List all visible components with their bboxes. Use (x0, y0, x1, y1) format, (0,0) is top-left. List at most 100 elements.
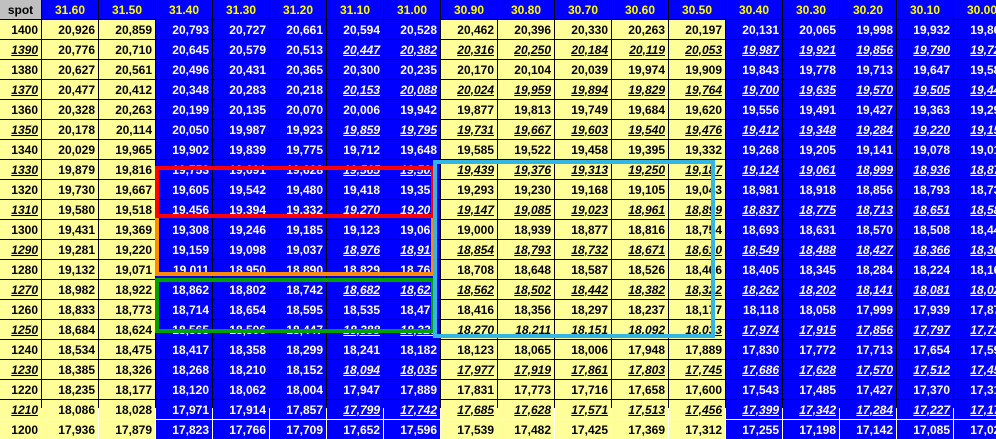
table-cell[interactable]: 19,648 (384, 140, 440, 159)
table-cell[interactable]: 17,915 (783, 320, 839, 339)
table-cell[interactable]: 17,685 (441, 400, 497, 419)
table-cell[interactable]: 20,382 (384, 40, 440, 59)
table-cell[interactable]: 18,856 (840, 180, 896, 199)
table-cell[interactable]: 19,440 (954, 80, 996, 99)
table-cell[interactable]: 18,833 (42, 300, 98, 319)
table-cell[interactable]: 20,710 (99, 40, 155, 59)
table-cell[interactable]: 19,542 (213, 180, 269, 199)
table-cell[interactable]: 19,667 (498, 120, 554, 139)
table-cell[interactable]: 19,313 (555, 160, 611, 179)
spot-cell[interactable]: 1200 (0, 420, 41, 439)
table-cell[interactable]: 17,856 (840, 320, 896, 339)
table-cell[interactable]: 18,610 (669, 240, 725, 259)
column-header-cell[interactable]: 31.30 (213, 0, 269, 19)
table-cell[interactable]: 19,667 (99, 180, 155, 199)
table-cell[interactable]: 18,754 (669, 220, 725, 239)
column-header-cell[interactable]: 30.90 (441, 0, 497, 19)
table-cell[interactable]: 19,518 (99, 200, 155, 219)
table-cell[interactable]: 20,513 (270, 40, 326, 59)
table-cell[interactable]: 17,570 (840, 360, 896, 379)
table-cell[interactable]: 18,922 (99, 280, 155, 299)
table-cell[interactable]: 18,345 (783, 260, 839, 279)
table-cell[interactable]: 17,889 (384, 380, 440, 399)
table-cell[interactable]: 17,742 (384, 400, 440, 419)
table-cell[interactable]: 20,316 (441, 40, 497, 59)
table-cell[interactable]: 19,147 (441, 200, 497, 219)
table-cell[interactable]: 19,412 (726, 120, 782, 139)
table-cell[interactable]: 19,603 (555, 120, 611, 139)
table-cell[interactable]: 17,936 (42, 420, 98, 439)
spot-cell[interactable]: 1400 (0, 20, 41, 39)
table-cell[interactable]: 18,508 (897, 220, 953, 239)
table-cell[interactable]: 19,866 (954, 20, 996, 39)
table-cell[interactable]: 17,797 (897, 320, 953, 339)
table-cell[interactable]: 17,766 (213, 420, 269, 439)
table-cell[interactable]: 17,948 (612, 340, 668, 359)
spot-cell[interactable]: 1230 (0, 360, 41, 379)
table-cell[interactable]: 17,628 (498, 400, 554, 419)
table-cell[interactable]: 18,936 (897, 160, 953, 179)
table-cell[interactable]: 20,131 (726, 20, 782, 39)
table-cell[interactable]: 20,024 (441, 80, 497, 99)
table-cell[interactable]: 18,388 (327, 320, 383, 339)
table-cell[interactable]: 18,526 (612, 260, 668, 279)
table-cell[interactable]: 19,187 (669, 160, 725, 179)
table-cell[interactable]: 19,230 (498, 180, 554, 199)
table-cell[interactable]: 18,356 (498, 300, 554, 319)
table-cell[interactable]: 19,753 (156, 160, 212, 179)
table-cell[interactable]: 18,120 (156, 380, 212, 399)
table-cell[interactable]: 18,802 (213, 280, 269, 299)
table-cell[interactable]: 20,178 (42, 120, 98, 139)
table-cell[interactable]: 19,284 (840, 120, 896, 139)
spot-cell[interactable]: 1350 (0, 120, 41, 139)
column-header-cell[interactable]: 30.60 (612, 0, 668, 19)
table-cell[interactable]: 18,210 (213, 360, 269, 379)
table-cell[interactable]: 18,442 (555, 280, 611, 299)
table-cell[interactable]: 19,098 (213, 240, 269, 259)
spot-cell[interactable]: 1280 (0, 260, 41, 279)
table-cell[interactable]: 19,185 (270, 220, 326, 239)
table-cell[interactable]: 19,062 (384, 220, 440, 239)
table-cell[interactable]: 18,624 (99, 320, 155, 339)
table-cell[interactable]: 17,857 (270, 400, 326, 419)
table-cell[interactable]: 20,447 (327, 40, 383, 59)
table-cell[interactable]: 20,300 (327, 60, 383, 79)
table-cell[interactable]: 18,535 (327, 300, 383, 319)
table-cell[interactable]: 18,447 (954, 220, 996, 239)
table-cell[interactable]: 19,829 (612, 80, 668, 99)
table-cell[interactable]: 19,879 (42, 160, 98, 179)
table-cell[interactable]: 17,485 (783, 380, 839, 399)
column-header-cell[interactable]: 31.20 (270, 0, 326, 19)
table-cell[interactable]: 19,813 (498, 100, 554, 119)
spot-cell[interactable]: 1270 (0, 280, 41, 299)
table-cell[interactable]: 19,700 (726, 80, 782, 99)
table-cell[interactable]: 18,654 (213, 300, 269, 319)
table-cell[interactable]: 19,157 (954, 120, 996, 139)
table-cell[interactable]: 20,135 (213, 100, 269, 119)
column-header-cell[interactable]: 31.00 (384, 0, 440, 19)
table-cell[interactable]: 19,647 (897, 60, 953, 79)
table-cell[interactable]: 18,742 (270, 280, 326, 299)
table-cell[interactable]: 20,396 (498, 20, 554, 39)
table-cell[interactable]: 20,859 (99, 20, 155, 39)
table-cell[interactable]: 17,284 (840, 400, 896, 419)
table-cell[interactable]: 19,580 (42, 200, 98, 219)
table-cell[interactable]: 19,724 (954, 40, 996, 59)
table-cell[interactable]: 19,298 (954, 100, 996, 119)
table-cell[interactable]: 17,142 (840, 420, 896, 439)
table-cell[interactable]: 19,078 (897, 140, 953, 159)
table-cell[interactable]: 18,358 (213, 340, 269, 359)
table-cell[interactable]: 18,773 (99, 300, 155, 319)
table-cell[interactable]: 17,596 (954, 340, 996, 359)
table-cell[interactable]: 18,224 (897, 260, 953, 279)
table-cell[interactable]: 17,919 (498, 360, 554, 379)
table-cell[interactable]: 19,923 (270, 120, 326, 139)
table-cell[interactable]: 19,998 (840, 20, 896, 39)
table-cell[interactable]: 20,065 (783, 20, 839, 39)
table-cell[interactable]: 19,061 (783, 160, 839, 179)
table-cell[interactable]: 18,329 (384, 320, 440, 339)
table-cell[interactable]: 19,246 (213, 220, 269, 239)
table-cell[interactable]: 18,595 (270, 300, 326, 319)
table-cell[interactable]: 18,081 (897, 280, 953, 299)
table-cell[interactable]: 18,299 (270, 340, 326, 359)
